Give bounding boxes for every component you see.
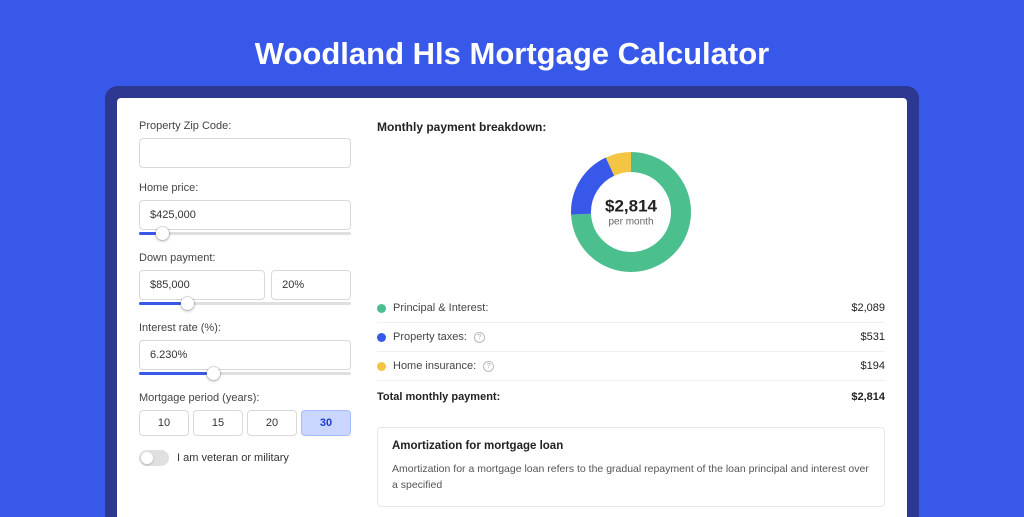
donut-amount: $2,814 xyxy=(605,197,657,217)
legend-value: $531 xyxy=(861,331,885,343)
down-slider[interactable] xyxy=(139,302,351,308)
slider-thumb[interactable] xyxy=(156,227,169,240)
period-30[interactable]: 30 xyxy=(301,410,351,436)
dot-icon xyxy=(377,333,386,342)
rate-label: Interest rate (%): xyxy=(139,322,351,334)
slider-thumb[interactable] xyxy=(207,367,220,380)
dot-icon xyxy=(377,362,386,371)
info-icon[interactable]: ? xyxy=(474,332,485,343)
veteran-toggle[interactable] xyxy=(139,450,169,466)
breakdown-heading: Monthly payment breakdown: xyxy=(377,120,885,134)
legend-insurance: Home insurance: ? $194 xyxy=(377,352,885,381)
donut-chart: $2,814 per month xyxy=(377,148,885,276)
period-group: 10 15 20 30 xyxy=(139,410,351,436)
amortization-title: Amortization for mortgage loan xyxy=(392,440,870,452)
period-10[interactable]: 10 xyxy=(139,410,189,436)
total-row: Total monthly payment: $2,814 xyxy=(377,381,885,413)
legend-principal: Principal & Interest: $2,089 xyxy=(377,294,885,323)
legend-value: $2,089 xyxy=(851,302,885,314)
calculator-card: Property Zip Code: Home price: Down paym… xyxy=(117,98,907,517)
donut-sub: per month xyxy=(605,217,657,228)
breakdown-panel: Monthly payment breakdown: $2,814 per mo… xyxy=(367,98,907,517)
period-15[interactable]: 15 xyxy=(193,410,243,436)
price-input[interactable] xyxy=(139,200,351,230)
period-20[interactable]: 20 xyxy=(247,410,297,436)
dot-icon xyxy=(377,304,386,313)
total-value: $2,814 xyxy=(851,391,885,403)
legend-value: $194 xyxy=(861,360,885,372)
veteran-label: I am veteran or military xyxy=(177,452,289,464)
legend-label: Home insurance: xyxy=(393,360,476,372)
slider-thumb[interactable] xyxy=(181,297,194,310)
period-label: Mortgage period (years): xyxy=(139,392,351,404)
down-percent-input[interactable] xyxy=(271,270,351,300)
price-label: Home price: xyxy=(139,182,351,194)
form-panel: Property Zip Code: Home price: Down paym… xyxy=(117,98,367,517)
rate-input[interactable] xyxy=(139,340,351,370)
info-icon[interactable]: ? xyxy=(483,361,494,372)
legend-label: Property taxes: xyxy=(393,331,467,343)
amortization-body: Amortization for a mortgage loan refers … xyxy=(392,462,870,494)
page-title: Woodland Hls Mortgage Calculator xyxy=(0,0,1024,98)
legend-label: Principal & Interest: xyxy=(393,302,488,314)
legend-taxes: Property taxes: ? $531 xyxy=(377,323,885,352)
zip-input[interactable] xyxy=(139,138,351,168)
price-slider[interactable] xyxy=(139,232,351,238)
zip-label: Property Zip Code: xyxy=(139,120,351,132)
total-label: Total monthly payment: xyxy=(377,391,500,403)
amortization-box: Amortization for mortgage loan Amortizat… xyxy=(377,427,885,507)
toggle-knob xyxy=(141,452,153,464)
down-label: Down payment: xyxy=(139,252,351,264)
rate-slider[interactable] xyxy=(139,372,351,378)
down-amount-input[interactable] xyxy=(139,270,265,300)
